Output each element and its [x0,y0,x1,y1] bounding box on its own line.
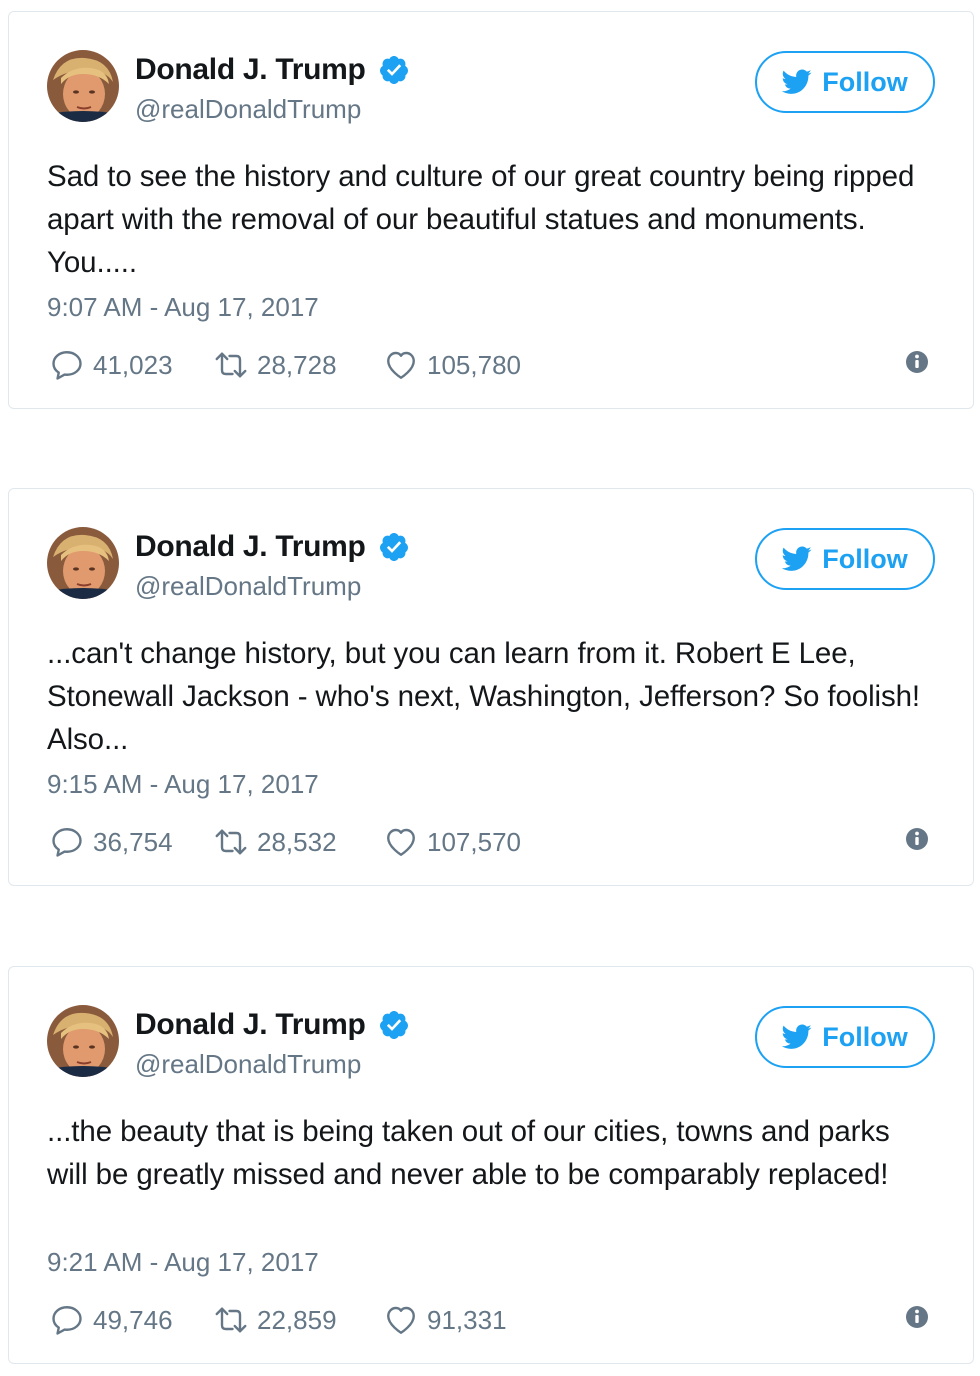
reply-button[interactable]: 36,754 [49,824,213,860]
verified-badge-icon [379,533,408,561]
reply-count: 49,746 [93,1305,173,1335]
author-handle[interactable]: @realDonaldTrump [135,570,361,602]
follow-label: Follow [822,1021,908,1052]
retweet-count: 28,532 [257,827,337,857]
tweet-actions: 49,746 22,859 91,331 [49,1300,507,1340]
tweet-actions: 36,754 28,532 107,570 [49,822,521,862]
retweet-icon [215,1307,247,1333]
tweet-text: Sad to see the history and culture of ou… [47,160,915,279]
info-icon[interactable] [905,827,929,851]
author-handle[interactable]: @realDonaldTrump [135,93,361,125]
heart-icon [387,1306,415,1334]
reply-bubble-icon [52,1306,82,1335]
info-icon[interactable] [905,350,929,374]
like-button[interactable]: 91,331 [383,1302,507,1338]
reply-bubble-icon [52,828,82,857]
author-handle[interactable]: @realDonaldTrump [135,1048,361,1080]
like-count: 107,570 [427,827,521,857]
tweet-card: Donald J. Trump @realDonaldTrump Follow … [8,488,974,886]
retweet-icon [215,829,247,855]
author-name[interactable]: Donald J. Trump [135,1007,366,1043]
follow-label: Follow [822,543,908,574]
retweet-button[interactable]: 28,532 [213,824,383,860]
twitter-bird-icon [782,546,812,571]
follow-label: Follow [822,66,908,97]
avatar[interactable] [47,527,119,599]
heart-icon [387,351,415,379]
tweet-timestamp[interactable]: 9:15 AM - Aug 17, 2017 [47,767,319,801]
verified-badge-icon [379,56,408,84]
reply-count: 41,023 [93,350,173,380]
retweet-button[interactable]: 28,728 [213,347,383,383]
reply-count: 36,754 [93,827,173,857]
twitter-bird-icon [782,69,812,94]
heart-icon [387,828,415,856]
retweet-button[interactable]: 22,859 [213,1302,383,1338]
follow-button[interactable]: Follow [755,528,935,590]
reply-button[interactable]: 41,023 [49,347,213,383]
retweet-count: 22,859 [257,1305,337,1335]
follow-button[interactable]: Follow [755,1006,935,1068]
tweet-text: ...can't change history, but you can lea… [47,637,921,756]
avatar[interactable] [47,1005,119,1077]
tweet-card: Donald J. Trump @realDonaldTrump Follow … [8,11,974,409]
tweet-text: ...the beauty that is being taken out of… [47,1115,890,1191]
tweet-timestamp[interactable]: 9:21 AM - Aug 17, 2017 [47,1245,319,1279]
author-name[interactable]: Donald J. Trump [135,52,366,88]
retweet-count: 28,728 [257,350,337,380]
tweet-timestamp[interactable]: 9:07 AM - Aug 17, 2017 [47,290,319,324]
like-count: 105,780 [427,350,521,380]
like-button[interactable]: 107,570 [383,824,521,860]
like-count: 91,331 [427,1305,507,1335]
info-icon[interactable] [905,1305,929,1329]
like-button[interactable]: 105,780 [383,347,521,383]
reply-button[interactable]: 49,746 [49,1302,213,1338]
author-name[interactable]: Donald J. Trump [135,529,366,565]
reply-bubble-icon [52,351,82,380]
verified-badge-icon [379,1011,408,1039]
tweet-actions: 41,023 28,728 105,780 [49,345,521,385]
avatar[interactable] [47,50,119,122]
retweet-icon [215,352,247,378]
follow-button[interactable]: Follow [755,51,935,113]
twitter-bird-icon [782,1024,812,1049]
tweet-card: Donald J. Trump @realDonaldTrump Follow … [8,966,974,1364]
